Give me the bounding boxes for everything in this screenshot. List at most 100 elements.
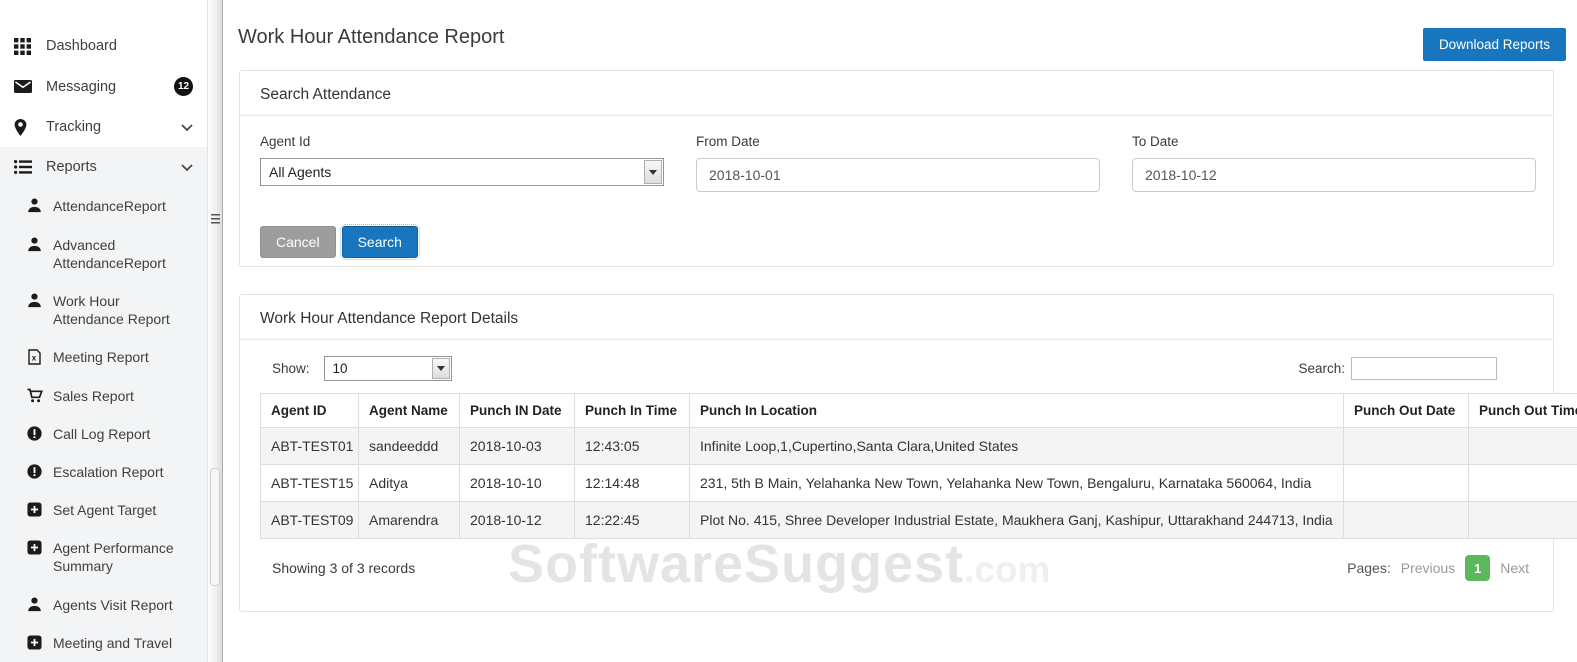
table-header-row: Agent ID Agent Name Punch IN Date Punch … (261, 394, 1577, 428)
sidebar-item-tracking[interactable]: Tracking (0, 107, 207, 147)
sidebar-item-label: Work Hour Attendance Report (53, 292, 193, 328)
cell-punch-out-date (1344, 502, 1469, 539)
cell-agent-id: ABT-TEST15 (261, 465, 359, 502)
column-header[interactable]: Punch In Time (575, 394, 690, 428)
sidebar-item-label: Reports (46, 158, 97, 176)
dropdown-arrow-icon[interactable] (432, 358, 450, 379)
cell-agent-id: ABT-TEST01 (261, 428, 359, 465)
person-icon (27, 237, 44, 252)
to-date-input[interactable] (1132, 158, 1536, 192)
table-search-input[interactable] (1351, 357, 1497, 380)
report-details-panel: Work Hour Attendance Report Details Show… (239, 294, 1554, 612)
sidebar-item-meeting-report[interactable]: x Meeting Report (0, 338, 207, 376)
sidebar-item-sales-report[interactable]: Sales Report (0, 377, 207, 415)
search-panel-title: Search Attendance (240, 71, 1553, 116)
sidebar-item-attendance-report[interactable]: AttendanceReport (0, 187, 207, 225)
excel-file-icon: x (27, 349, 44, 365)
to-date-label: To Date (1132, 134, 1536, 149)
sidebar-splitter[interactable] (207, 0, 223, 662)
grid-icon (14, 37, 36, 55)
dropdown-arrow-icon[interactable] (644, 160, 662, 184)
search-button[interactable]: Search (342, 226, 418, 258)
show-entries-select[interactable]: 10 (324, 356, 452, 381)
show-label: Show: (272, 361, 310, 376)
sidebar-item-label: Call Log Report (53, 425, 150, 443)
cell-punch-out-date (1344, 428, 1469, 465)
cell-agent-name: Aditya (359, 465, 460, 502)
sidebar-item-call-log-report[interactable]: Call Log Report (0, 415, 207, 453)
reports-section: Reports AttendanceReport Advanced Attend… (0, 147, 207, 662)
cart-icon (27, 388, 44, 403)
column-header[interactable]: Punch Out Date (1344, 394, 1469, 428)
cell-punch-in-location: 231, 5th B Main, Yelahanka New Town, Yel… (690, 465, 1344, 502)
main-content: Work Hour Attendance Report Download Rep… (224, 0, 1577, 662)
plus-square-icon (27, 540, 44, 555)
agent-id-selected-value: All Agents (269, 164, 331, 180)
column-header[interactable]: Punch In Location (690, 394, 1344, 428)
cell-punch-in-date: 2018-10-10 (460, 465, 575, 502)
records-count-text: Showing 3 of 3 records (272, 560, 415, 576)
person-icon (27, 293, 44, 308)
agent-id-select[interactable]: All Agents (260, 158, 664, 186)
alert-circle-icon (27, 426, 44, 441)
sidebar-item-label: Tracking (46, 118, 101, 136)
sidebar-item-label: Advanced AttendanceReport (53, 236, 183, 272)
pages-label: Pages: (1347, 560, 1391, 576)
plus-square-icon (27, 502, 44, 517)
attendance-table: Agent ID Agent Name Punch IN Date Punch … (260, 393, 1577, 539)
from-date-input[interactable] (696, 158, 1100, 192)
sidebar-item-label: AttendanceReport (53, 197, 166, 215)
column-header[interactable]: Punch Out Time (1469, 394, 1577, 428)
sidebar-item-label: Set Agent Target (53, 501, 156, 519)
svg-text:x: x (32, 354, 37, 363)
scrollbar-thumb[interactable] (210, 468, 220, 586)
sidebar-item-meeting-and-travel[interactable]: Meeting and Travel (0, 624, 207, 662)
envelope-icon (14, 78, 36, 96)
plus-square-icon (27, 635, 44, 650)
from-date-label: From Date (696, 134, 1100, 149)
table-row[interactable]: ABT-TEST09 Amarendra 2018-10-12 12:22:45… (261, 502, 1577, 539)
sidebar-item-escalation-report[interactable]: Escalation Report (0, 453, 207, 491)
sidebar: Dashboard Messaging 12 Tracking Reports (0, 0, 207, 662)
cell-punch-in-location: Plot No. 415, Shree Developer Industrial… (690, 502, 1344, 539)
current-page-button[interactable]: 1 (1465, 555, 1490, 581)
table-search-label: Search: (1298, 361, 1345, 376)
cell-punch-in-date: 2018-10-03 (460, 428, 575, 465)
sidebar-item-label: Meeting and Travel (53, 634, 172, 652)
cell-punch-in-time: 12:14:48 (575, 465, 690, 502)
sidebar-item-set-agent-target[interactable]: Set Agent Target (0, 491, 207, 529)
cell-punch-in-time: 12:43:05 (575, 428, 690, 465)
sidebar-item-label: Escalation Report (53, 463, 164, 481)
splitter-grip-icon[interactable] (211, 214, 220, 226)
cell-punch-out-time (1469, 465, 1577, 502)
chevron-down-icon (181, 124, 193, 131)
table-row[interactable]: ABT-TEST01 sandeeddd 2018-10-03 12:43:05… (261, 428, 1577, 465)
column-header[interactable]: Agent ID (261, 394, 359, 428)
column-header[interactable]: Agent Name (359, 394, 460, 428)
table-row[interactable]: ABT-TEST15 Aditya 2018-10-10 12:14:48 23… (261, 465, 1577, 502)
sidebar-item-label: Sales Report (53, 387, 134, 405)
pagination: Pages: Previous 1 Next (1347, 555, 1529, 581)
list-icon (14, 158, 36, 176)
previous-page-link[interactable]: Previous (1401, 560, 1455, 576)
sidebar-item-label: Dashboard (46, 37, 117, 55)
search-attendance-panel: Search Attendance Agent Id All Agents Fr… (239, 70, 1554, 267)
attendance-table-wrap: Agent ID Agent Name Punch IN Date Punch … (260, 393, 1577, 539)
sidebar-item-label: Agent Performance Summary (53, 539, 178, 575)
next-page-link[interactable]: Next (1500, 560, 1529, 576)
sidebar-item-dashboard[interactable]: Dashboard (0, 26, 207, 66)
sidebar-item-agents-visit-report[interactable]: Agents Visit Report (0, 586, 207, 624)
person-icon (27, 597, 44, 612)
sidebar-item-reports[interactable]: Reports (0, 147, 207, 187)
sidebar-item-messaging[interactable]: Messaging 12 (0, 66, 207, 107)
agent-id-label: Agent Id (260, 134, 664, 149)
download-reports-button[interactable]: Download Reports (1423, 28, 1566, 61)
sidebar-item-work-hour-attendance-report[interactable]: Work Hour Attendance Report (0, 282, 207, 338)
cell-punch-in-time: 12:22:45 (575, 502, 690, 539)
cancel-button[interactable]: Cancel (260, 226, 336, 258)
cell-punch-out-time (1469, 428, 1577, 465)
sidebar-item-agent-performance-summary[interactable]: Agent Performance Summary (0, 529, 207, 585)
column-header[interactable]: Punch IN Date (460, 394, 575, 428)
person-icon (27, 198, 44, 213)
sidebar-item-advanced-attendance-report[interactable]: Advanced AttendanceReport (0, 226, 207, 282)
